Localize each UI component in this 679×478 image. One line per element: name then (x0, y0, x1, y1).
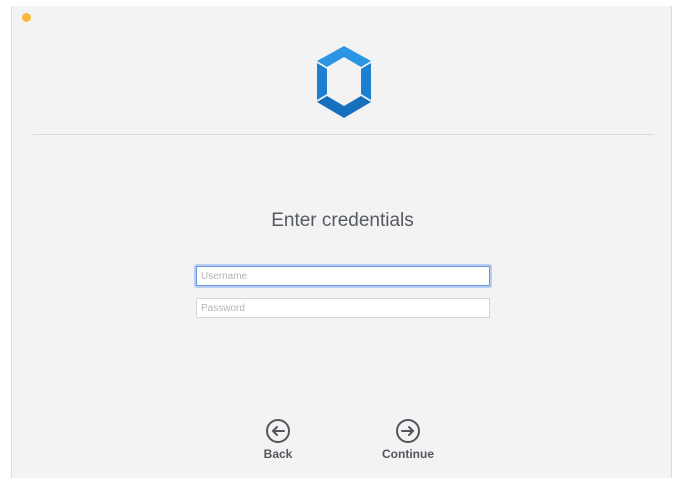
window-close-dot-icon[interactable] (22, 13, 31, 22)
app-window: Enter credentials Back Continue (11, 6, 672, 478)
continue-button[interactable]: Continue (376, 418, 440, 461)
header-divider (33, 134, 653, 135)
username-input[interactable] (196, 266, 490, 286)
arrow-right-circle-icon (396, 419, 420, 443)
password-input[interactable] (196, 298, 490, 318)
continue-button-label: Continue (382, 447, 434, 461)
back-button-label: Back (263, 447, 293, 461)
back-button[interactable]: Back (258, 418, 298, 461)
arrow-left-circle-icon (266, 419, 290, 443)
page-title: Enter credentials (271, 210, 414, 231)
hexagon-cube-logo-icon (317, 46, 371, 118)
